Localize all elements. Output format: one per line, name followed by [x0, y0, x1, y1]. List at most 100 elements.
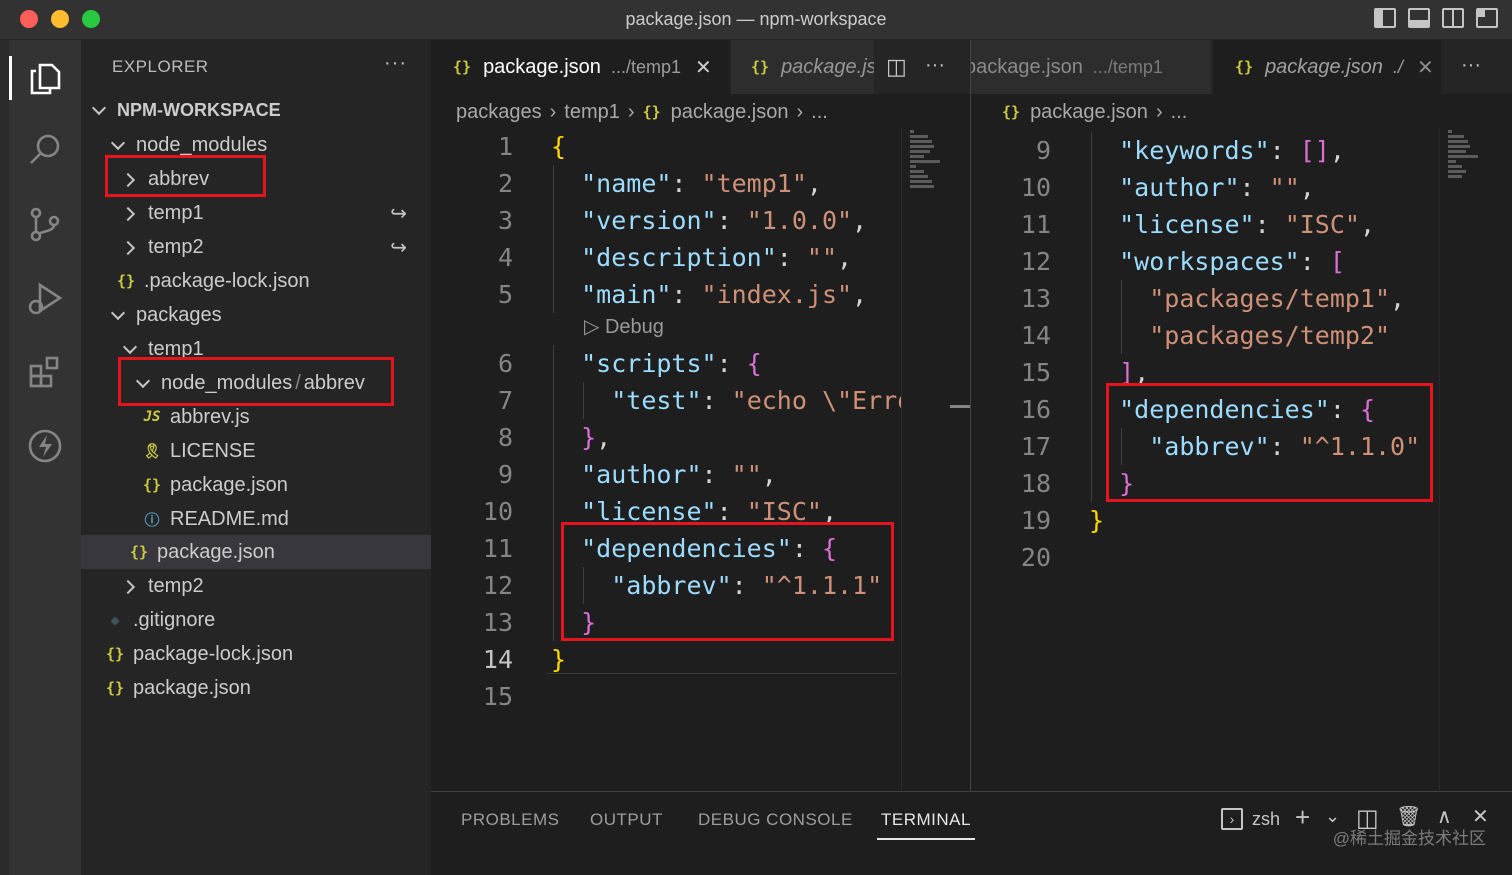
breadcrumb-item[interactable]: temp1 — [564, 101, 620, 124]
tab-output[interactable]: OUTPUT — [590, 810, 663, 830]
tree-item-label: temp2 — [148, 574, 204, 597]
breadcrumb-item[interactable]: package.json — [671, 101, 789, 124]
tree-item-root-package-json[interactable]: {} package.json — [81, 671, 431, 705]
editor-more-actions[interactable]: ··· — [1461, 54, 1481, 77]
tree-item-license[interactable]: 🎗 LICENSE — [81, 434, 431, 468]
tree-item-package-lock-json[interactable]: {} package-lock.json — [81, 637, 431, 671]
toggle-secondary-sidebar-icon[interactable] — [1442, 8, 1464, 28]
scrollbar-thumb[interactable] — [950, 405, 970, 408]
code-line: "author": "", — [1119, 173, 1315, 202]
customize-layout-icon[interactable] — [1476, 8, 1498, 28]
background-window-edge — [0, 40, 9, 875]
close-icon[interactable]: ✕ — [1417, 55, 1434, 80]
tree-item-gitignore[interactable]: ◆ .gitignore — [81, 603, 431, 637]
tab-package-json-root[interactable]: {} package.json ./ ✕ — [1213, 40, 1441, 94]
tree-item-temp1-package-json[interactable]: {} package.json — [81, 535, 431, 569]
close-icon[interactable]: ✕ — [695, 55, 712, 80]
chevron-right-icon — [122, 205, 138, 221]
right-minimap[interactable] — [1439, 128, 1512, 790]
tab-debug-console[interactable]: DEBUG CONSOLE — [698, 810, 853, 830]
line-number: 18 — [1020, 469, 1051, 498]
code-line: "keywords": [], — [1119, 136, 1345, 165]
info-file-icon: ⓘ — [144, 510, 160, 529]
search-icon[interactable] — [9, 122, 81, 178]
tree-item-temp1-link[interactable]: temp1 ↪ — [81, 196, 431, 230]
line-number: 10 — [482, 497, 513, 526]
json-file-icon: {} — [642, 103, 661, 121]
line-number: 20 — [1020, 543, 1051, 572]
explorer-more-actions[interactable]: ··· — [384, 52, 407, 75]
json-file-icon: {} — [129, 543, 149, 561]
line-number: 9 — [497, 460, 513, 489]
json-file-icon: {} — [453, 58, 472, 76]
tree-item-label: .package-lock.json — [144, 269, 310, 292]
line-number: 12 — [1020, 247, 1051, 276]
line-number: 10 — [1020, 173, 1051, 202]
json-file-icon: {} — [1235, 58, 1254, 76]
chevron-down-icon — [110, 137, 126, 153]
line-number: 11 — [482, 534, 513, 563]
tab-package-json-temp1-right[interactable]: package.json .../temp1 — [971, 40, 1211, 94]
code-line: }, — [581, 423, 612, 452]
breadcrumb: packages › temp1 › {} package.json › ... — [456, 96, 828, 128]
javascript-file-icon: JS — [143, 409, 161, 425]
terminal-shell-label[interactable]: zsh — [1252, 809, 1280, 830]
chevron-down-icon — [122, 341, 138, 357]
tree-item-packages-temp2[interactable]: temp2 — [81, 569, 431, 603]
workspace-root[interactable]: NPM-WORKSPACE — [81, 93, 431, 127]
explorer-icon[interactable] — [9, 50, 81, 106]
symlink-icon: ↪ — [390, 202, 407, 225]
chevron-down-icon — [91, 102, 107, 118]
tree-item-packages[interactable]: packages — [81, 298, 431, 332]
tab-description: ./ — [1392, 56, 1403, 77]
add-terminal-icon[interactable]: + — [1295, 802, 1310, 833]
annotation-box — [118, 357, 394, 406]
run-debug-icon[interactable] — [9, 270, 81, 326]
editor-more-actions[interactable]: ··· — [925, 54, 945, 77]
json-file-icon: {} — [105, 645, 125, 663]
breadcrumb: {} package.json › ... — [1002, 96, 1187, 128]
left-minimap[interactable] — [901, 128, 949, 790]
tab-label: package.json — [971, 55, 1083, 78]
line-number: 3 — [497, 206, 513, 235]
breadcrumb-item[interactable]: packages — [456, 101, 542, 124]
annotation-box — [561, 522, 894, 641]
code-line: { — [551, 132, 567, 161]
chevron-right-icon — [122, 239, 138, 255]
window-title: package.json — npm-workspace — [625, 9, 887, 29]
tab-description: .../temp1 — [610, 56, 681, 77]
line-number: 8 — [497, 423, 513, 452]
breadcrumb-item[interactable]: package.json — [1030, 101, 1148, 124]
right-editor-tabs: package.json .../temp1 {} package.json .… — [971, 40, 1512, 94]
layout-controls — [1374, 8, 1498, 28]
toggle-sidebar-icon[interactable] — [1374, 8, 1396, 28]
tab-package-json-preview[interactable]: {} package.js — [730, 40, 874, 94]
debug-codelens[interactable]: ▷ Debug — [584, 312, 664, 342]
code-line: "packages/temp2" — [1149, 321, 1391, 350]
line-number: 4 — [497, 243, 513, 272]
source-control-icon[interactable] — [9, 196, 81, 252]
tab-problems[interactable]: PROBLEMS — [461, 810, 559, 830]
split-editor-icon[interactable]: ◫ — [886, 54, 907, 80]
tab-terminal[interactable]: TERMINAL — [877, 810, 975, 840]
terminal-icon[interactable]: › — [1221, 808, 1243, 830]
breadcrumb-item[interactable]: ... — [1171, 101, 1188, 124]
tab-package-json-temp1[interactable]: {} package.json .../temp1 ✕ — [431, 40, 730, 94]
code-line: "main": "index.js", — [581, 280, 868, 309]
chevron-right-icon: › — [627, 100, 635, 123]
tree-item-label: package.json — [133, 676, 251, 699]
tree-item-readme[interactable]: ⓘ README.md — [81, 502, 431, 536]
tree-item-temp2-link[interactable]: temp2 ↪ — [81, 230, 431, 264]
lightning-icon[interactable] — [9, 418, 81, 474]
tree-item-abbrev-package-json[interactable]: {} package.json — [81, 468, 431, 502]
toggle-panel-icon[interactable] — [1408, 8, 1430, 28]
tree-item-hidden-lockfile[interactable]: {} .package-lock.json — [81, 264, 431, 298]
breadcrumb-item[interactable]: ... — [811, 101, 828, 124]
extensions-icon[interactable] — [9, 344, 81, 400]
line-number: 13 — [1020, 284, 1051, 313]
line-number: 16 — [1020, 395, 1051, 424]
tree-item-label: LICENSE — [170, 439, 256, 462]
workspace-root-label: NPM-WORKSPACE — [117, 99, 281, 120]
code-line: "license": "ISC", — [1119, 210, 1376, 239]
left-code-editor[interactable]: 1 2 3 4 5 6 7 8 9 10 11 12 13 14 15 { "n… — [431, 128, 901, 790]
